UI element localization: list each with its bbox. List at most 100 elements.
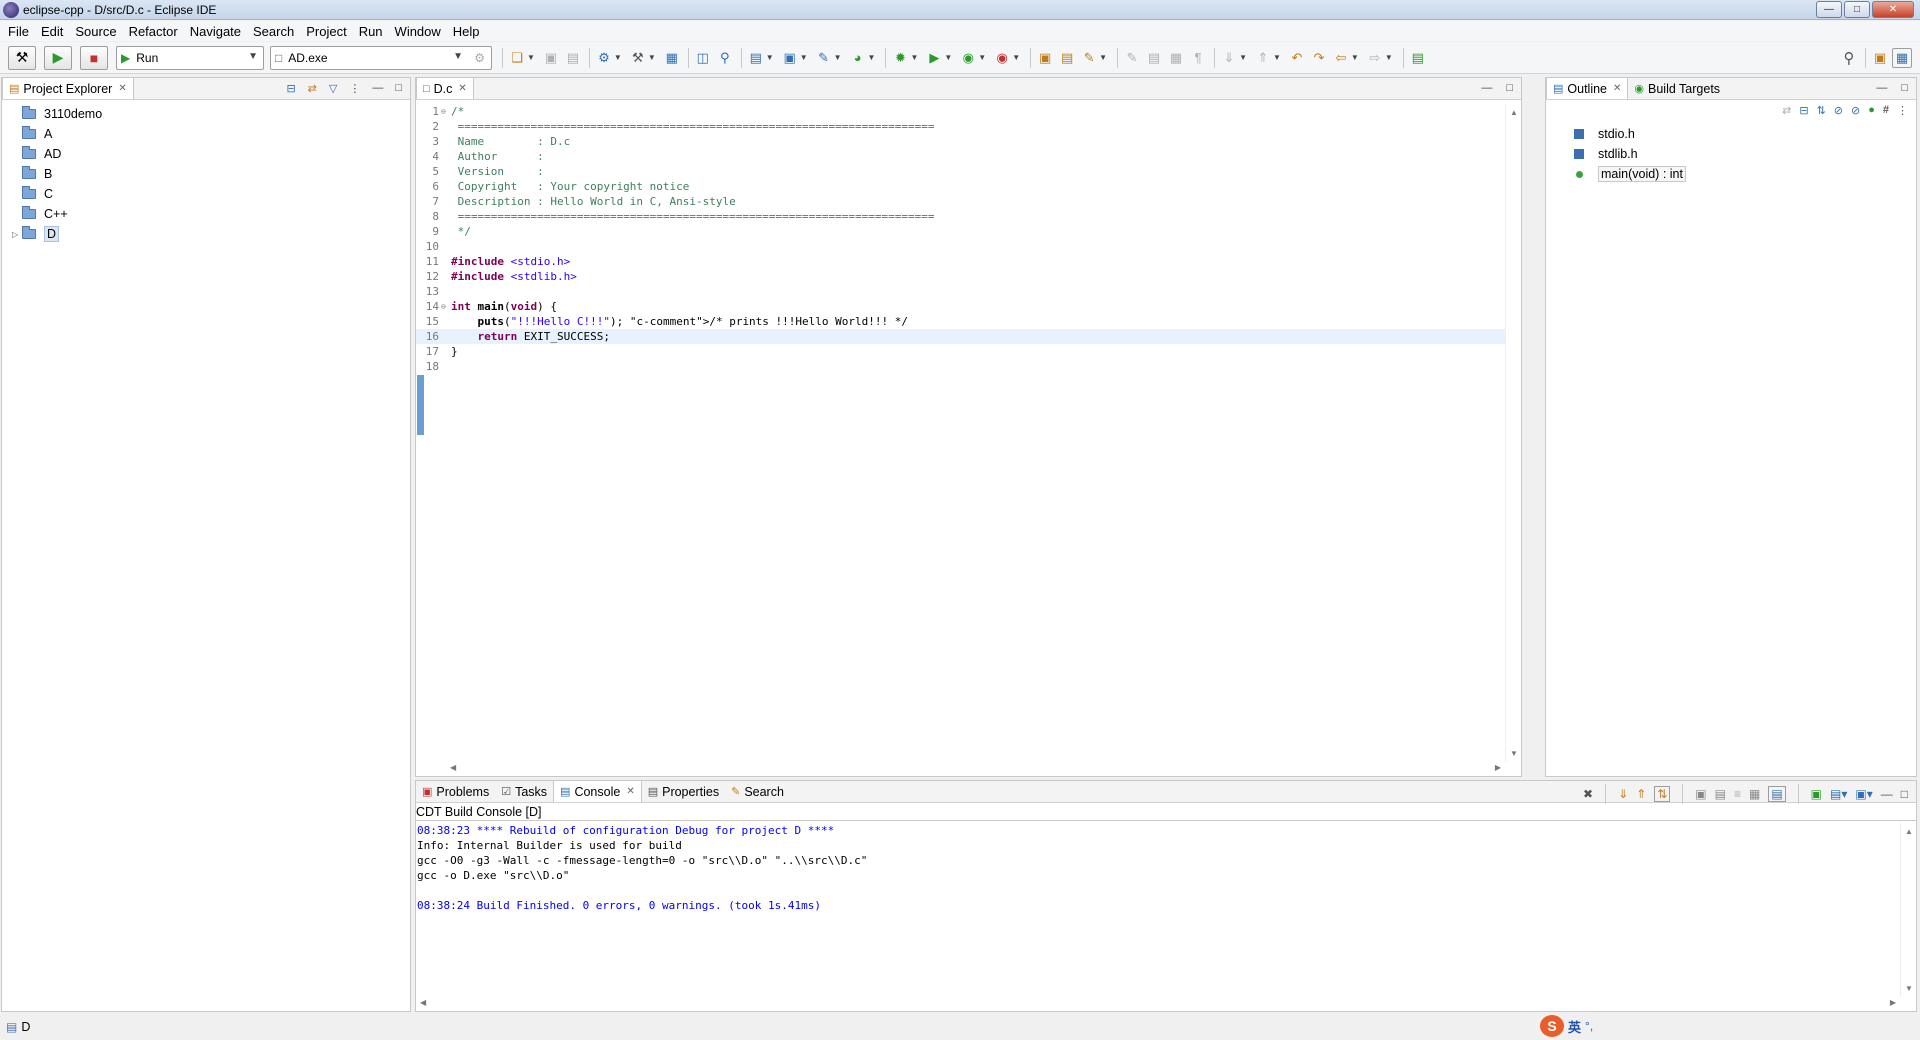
close-icon[interactable]: ✕ [458,83,466,94]
minimize-icon[interactable]: — [372,82,383,95]
dropdown-arrow-icon[interactable]: ▼ [648,53,656,62]
new-class-icon[interactable]: ✎ [814,48,834,68]
minimize-icon[interactable]: — [1876,82,1887,94]
maximize-icon[interactable]: □ [395,82,402,95]
stop-button[interactable]: ■ [80,45,108,70]
dropdown-arrow-icon[interactable]: ▼ [834,53,842,62]
code-line[interactable]: 3 Name : D.c [416,134,1505,149]
scroll-left-icon[interactable]: ◀ [420,998,426,1007]
close-icon[interactable]: ✕ [1613,83,1621,94]
dropdown-arrow-icon[interactable]: ▼ [868,53,876,62]
back-icon[interactable]: ⇦ [1331,48,1351,68]
save-icon[interactable]: ▣ [541,48,561,68]
clear-console-icon[interactable]: ▦ [1749,787,1760,801]
maximize-icon[interactable]: □ [1506,82,1513,94]
dropdown-arrow-icon[interactable]: ▼ [1012,53,1020,62]
search-icon[interactable]: ✎ [1079,48,1099,68]
display-console-icon[interactable]: ▤▾ [1830,787,1847,801]
open-perspective-icon[interactable]: ▣ [1870,48,1890,68]
code-line[interactable]: 7 Description : Hello World in C, Ansi-s… [416,194,1505,209]
sync-icon[interactable]: ⇄ [1782,104,1791,117]
paragraph-icon[interactable]: ¶ [1188,48,1208,68]
tab-outline[interactable]: ▤ Outline ✕ [1546,77,1629,99]
gear-icon[interactable]: ⚙ [474,51,485,65]
paste-icon[interactable]: ▤ [1715,787,1726,801]
cpp-perspective-icon[interactable]: ▦ [1892,47,1912,68]
menu-window[interactable]: Window [389,24,447,39]
code-line[interactable]: 8 ======================================… [416,209,1505,224]
code-line[interactable]: 10 [416,239,1505,254]
toggle-mark-icon[interactable]: ✎ [1122,48,1142,68]
pin-editor-icon[interactable]: ▤ [1408,48,1428,68]
outline-item-stdlib[interactable]: stdlib.h [1546,144,1916,164]
new-project-icon[interactable]: ▤ [746,48,766,68]
tab-editor-file[interactable]: □ D.c ✕ [416,77,474,99]
open-element-icon[interactable]: ▤ [1057,48,1077,68]
next-annotation-icon[interactable]: ⇓ [1219,48,1239,68]
code-line[interactable]: 17} [416,344,1505,359]
dropdown-arrow-icon[interactable]: ▼ [1385,53,1393,62]
tab-tasks[interactable]: ☑ Tasks [495,781,553,802]
minimize-icon[interactable]: — [1881,787,1893,801]
collapse-all-icon[interactable]: ⊟ [286,82,295,95]
build-config-icon[interactable]: ⚙ [594,48,614,68]
dropdown-arrow-icon[interactable]: ▼ [1273,53,1281,62]
run-icon[interactable]: ▶ [924,48,944,68]
close-button[interactable]: ✕ [1872,1,1914,18]
open-console-icon[interactable]: ▣ [1811,787,1822,801]
tree-item-a[interactable]: A [2,124,410,144]
code-line[interactable]: 1 ⊖/* [416,104,1505,119]
code-line[interactable]: 15 puts("!!!Hello C!!!"); "c-comment">/*… [416,314,1505,329]
tab-problems[interactable]: ▣ Problems [416,781,495,802]
editor-horizontal-scrollbar[interactable]: ◀ ▶ [446,762,1505,776]
new-folder-icon[interactable]: ▣ [780,48,800,68]
code-line[interactable]: 18 [416,359,1505,374]
code-line[interactable]: 14 ⊖ int main(void) { [416,299,1505,314]
tree-item-b[interactable]: B [2,164,410,184]
menu-search[interactable]: Search [247,24,300,39]
tree-item-ad[interactable]: AD [2,144,410,164]
dropdown-arrow-icon[interactable]: ▼ [1351,53,1359,62]
fold-toggle-icon[interactable]: ⊖ [441,104,449,119]
scroll-up-icon[interactable]: ▲ [1905,827,1913,836]
code-line[interactable]: 4 Author : [416,149,1505,164]
build-target-icon[interactable]: ▦ [662,48,682,68]
console-output[interactable]: 08:38:23 **** Rebuild of configuration D… [417,823,1898,997]
tab-properties[interactable]: ▤ Properties [642,781,725,802]
code-line[interactable]: 9 */ [416,224,1505,239]
code-line[interactable]: 16 return EXIT_SUCCESS; [416,329,1505,344]
search-file-icon[interactable]: ⚲ [715,48,735,68]
link-editor-icon[interactable]: ⇄ [308,82,317,95]
new-icon[interactable]: ❏ [507,48,527,68]
console-horizontal-scrollbar[interactable]: ◀ ▶ [416,997,1900,1011]
console-vertical-scrollbar[interactable]: ▲ ▼ [1900,823,1916,997]
maximize-button[interactable]: □ [1844,1,1870,18]
code-line[interactable]: 2 ======================================… [416,119,1505,134]
maximize-icon[interactable]: □ [1901,787,1908,801]
search-icon[interactable]: ⚲ [1839,48,1859,68]
menu-refactor[interactable]: Refactor [123,24,184,39]
editor-vertical-scrollbar[interactable]: ▲ ▼ [1505,104,1521,762]
build-all-icon[interactable]: ⚒ [628,48,648,68]
dropdown-arrow-icon[interactable]: ▼ [910,53,918,62]
tab-project-explorer[interactable]: ▤ Project Explorer ✕ [2,77,134,99]
word-wrap-icon[interactable]: ≡ [1734,787,1741,801]
tab-console[interactable]: ▤ Console ✕ [553,780,642,802]
dropdown-arrow-icon[interactable]: ▼ [800,53,808,62]
close-icon[interactable]: ✕ [626,786,634,797]
scroll-lock-down-icon[interactable]: ⇓ [1618,787,1628,801]
code-line[interactable]: 6 Copyright : Your copyright notice [416,179,1505,194]
menu-project[interactable]: Project [300,24,352,39]
maximize-icon[interactable]: □ [1901,82,1908,94]
minimize-icon[interactable]: — [1481,82,1492,94]
menu-help[interactable]: Help [447,24,486,39]
launch-button[interactable]: ▶ [44,45,72,70]
scroll-down-icon[interactable]: ▼ [1510,749,1518,758]
scroll-up-icon[interactable]: ▲ [1510,108,1518,117]
tab-build-targets[interactable]: ◉ Build Targets [1628,78,1726,99]
tree-item-c[interactable]: C [2,184,410,204]
dropdown-arrow-icon[interactable]: ▼ [1239,53,1247,62]
menu-edit[interactable]: Edit [35,24,69,39]
tree-item-cpp[interactable]: C++ [2,204,410,224]
toggle-block-icon[interactable]: ▤ [1144,48,1164,68]
